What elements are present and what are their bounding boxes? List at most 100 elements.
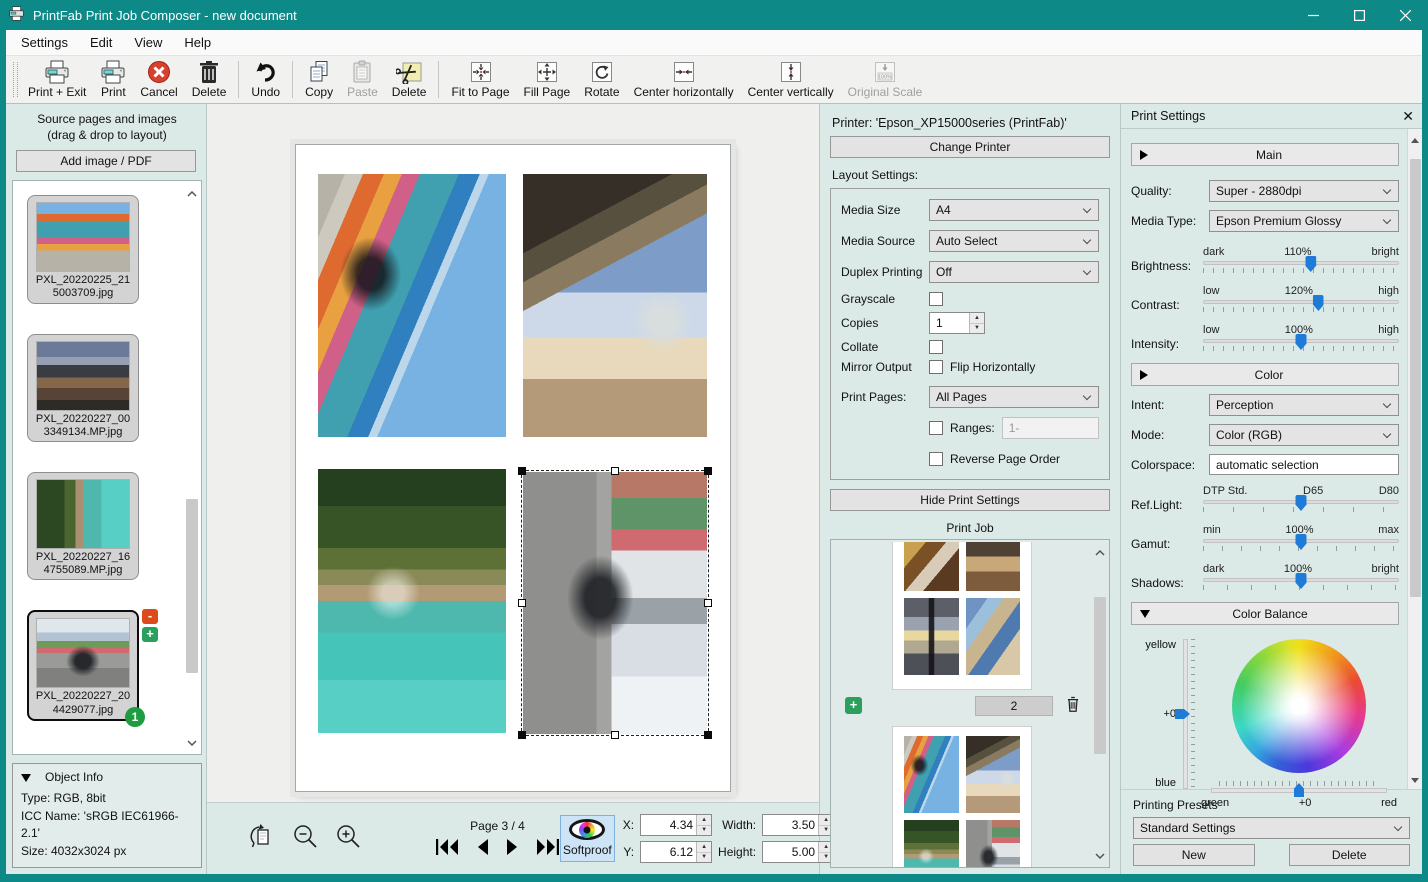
minimize-button[interactable] bbox=[1290, 0, 1336, 30]
ranges-checkbox[interactable] bbox=[929, 421, 943, 435]
zoom-in-button[interactable] bbox=[335, 823, 363, 854]
last-page-button[interactable] bbox=[536, 838, 560, 859]
scrollbar-track[interactable] bbox=[1410, 146, 1421, 772]
source-thumbnail-1[interactable]: PXL_20220225_215003709.jpg bbox=[27, 195, 139, 303]
previous-page-button[interactable] bbox=[476, 838, 489, 859]
print-exit-button[interactable]: Print + Exit bbox=[21, 58, 93, 101]
placed-photo-truck-selected[interactable] bbox=[523, 472, 707, 734]
center-vertically-button[interactable]: Center vertically bbox=[741, 58, 841, 101]
print-button[interactable]: Print bbox=[93, 58, 133, 101]
placed-photo-hot-spring[interactable] bbox=[318, 469, 506, 733]
add-copy-button[interactable]: + bbox=[142, 627, 158, 642]
add-image-pdf-button[interactable]: Add image / PDF bbox=[16, 150, 196, 172]
scroll-down-icon[interactable] bbox=[1411, 772, 1419, 786]
source-list-scrollbar[interactable] bbox=[184, 182, 200, 753]
resize-handle[interactable] bbox=[611, 731, 619, 739]
media-size-select[interactable]: A4 bbox=[929, 199, 1099, 221]
color-wheel[interactable] bbox=[1232, 639, 1366, 773]
resize-handle[interactable] bbox=[518, 599, 526, 607]
maximize-button[interactable] bbox=[1336, 0, 1382, 30]
colorspace-field[interactable]: automatic selection bbox=[1209, 454, 1399, 475]
reverse-page-order-checkbox[interactable] bbox=[929, 452, 943, 466]
yellow-blue-slider[interactable] bbox=[1181, 639, 1199, 789]
collapse-icon[interactable] bbox=[21, 774, 31, 782]
remove-copy-button[interactable]: - bbox=[142, 609, 158, 624]
delete-button[interactable]: Delete bbox=[185, 58, 234, 101]
page-3-preview[interactable] bbox=[892, 726, 1032, 868]
ref-light-slider[interactable] bbox=[1203, 500, 1399, 504]
media-source-select[interactable]: Auto Select bbox=[929, 230, 1099, 252]
page-preview[interactable] bbox=[295, 144, 731, 792]
section-color-balance[interactable]: Color Balance bbox=[1131, 602, 1399, 625]
placed-photo-mural[interactable] bbox=[318, 174, 506, 437]
x-field[interactable]: 4.34▲▼ bbox=[640, 814, 712, 836]
collate-checkbox[interactable] bbox=[929, 340, 943, 354]
source-thumbnail-3[interactable]: PXL_20220227_164755089.MP.jpg bbox=[27, 472, 139, 580]
resize-handle[interactable] bbox=[704, 731, 712, 739]
preset-new-button[interactable]: New bbox=[1133, 844, 1255, 866]
copies-field[interactable]: 1▲▼ bbox=[929, 312, 985, 334]
collapse-icon[interactable] bbox=[1140, 370, 1148, 380]
settings-scrollbar[interactable] bbox=[1407, 129, 1422, 789]
print-pages-select[interactable]: All Pages bbox=[929, 386, 1099, 408]
rotate-button[interactable]: Rotate bbox=[577, 58, 626, 101]
scroll-down-icon[interactable] bbox=[187, 731, 197, 753]
delete-page-button[interactable] bbox=[1065, 695, 1081, 716]
media-type-select[interactable]: Epson Premium Glossy bbox=[1209, 210, 1399, 232]
brightness-slider[interactable] bbox=[1203, 261, 1399, 265]
resize-handle[interactable] bbox=[518, 731, 526, 739]
resize-handle[interactable] bbox=[704, 599, 712, 607]
collapse-icon[interactable] bbox=[1140, 150, 1148, 160]
green-red-slider[interactable] bbox=[1211, 788, 1387, 793]
print-job-scrollbar[interactable] bbox=[1092, 541, 1108, 866]
scrollbar-track[interactable] bbox=[1094, 563, 1106, 844]
fill-page-button[interactable]: Fill Page bbox=[517, 58, 578, 101]
resize-handle[interactable] bbox=[518, 467, 526, 475]
scroll-up-icon[interactable] bbox=[1095, 541, 1105, 563]
menu-settings[interactable]: Settings bbox=[10, 32, 79, 53]
delete-scissors-button[interactable]: Delete bbox=[385, 58, 434, 101]
scrollbar-thumb[interactable] bbox=[186, 499, 198, 673]
preset-select[interactable]: Standard Settings bbox=[1133, 817, 1410, 839]
contrast-slider[interactable] bbox=[1203, 300, 1399, 304]
scroll-up-icon[interactable] bbox=[187, 182, 197, 204]
next-page-button[interactable] bbox=[506, 838, 519, 859]
gamut-slider[interactable] bbox=[1203, 539, 1399, 543]
change-printer-button[interactable]: Change Printer bbox=[830, 136, 1110, 158]
close-panel-button[interactable]: ✕ bbox=[1402, 109, 1414, 123]
mirror-output-checkbox[interactable] bbox=[929, 360, 943, 374]
menu-view[interactable]: View bbox=[123, 32, 173, 53]
page-2-preview[interactable] bbox=[892, 542, 1032, 690]
first-page-button[interactable] bbox=[435, 838, 459, 859]
center-horizontally-button[interactable]: Center horizontally bbox=[627, 58, 741, 101]
layout-canvas[interactable] bbox=[207, 104, 819, 802]
rotate-page-button[interactable] bbox=[247, 822, 277, 855]
scrollbar-track[interactable] bbox=[186, 204, 198, 731]
fit-to-page-button[interactable]: Fit to Page bbox=[444, 58, 516, 101]
source-thumbnail-2[interactable]: PXL_20220227_003349134.MP.jpg bbox=[27, 334, 139, 442]
preset-delete-button[interactable]: Delete bbox=[1289, 844, 1411, 866]
scroll-down-icon[interactable] bbox=[1095, 844, 1105, 866]
intent-select[interactable]: Perception bbox=[1209, 394, 1399, 416]
grayscale-checkbox[interactable] bbox=[929, 292, 943, 306]
zoom-out-button[interactable] bbox=[292, 823, 320, 854]
undo-button[interactable]: Undo bbox=[244, 58, 287, 101]
collapse-icon[interactable] bbox=[1140, 610, 1150, 618]
menu-help[interactable]: Help bbox=[173, 32, 222, 53]
hide-print-settings-button[interactable]: Hide Print Settings bbox=[830, 489, 1110, 511]
scroll-up-icon[interactable] bbox=[1411, 132, 1419, 146]
shadows-slider[interactable] bbox=[1203, 578, 1399, 582]
y-field[interactable]: 6.12▲▼ bbox=[640, 841, 712, 863]
resize-handle[interactable] bbox=[611, 467, 619, 475]
scrollbar-thumb[interactable] bbox=[1094, 597, 1106, 754]
copy-button[interactable]: Copy bbox=[298, 58, 340, 101]
placed-photo-street-church[interactable] bbox=[523, 174, 707, 437]
add-page-button[interactable]: + bbox=[845, 697, 862, 714]
quality-select[interactable]: Super - 2880dpi bbox=[1209, 180, 1399, 202]
intensity-slider[interactable] bbox=[1203, 339, 1399, 343]
source-thumbnail-4-selected[interactable]: PXL_20220227_204429077.jpg - + 1 bbox=[27, 610, 139, 720]
scrollbar-thumb[interactable] bbox=[1410, 159, 1421, 597]
cancel-button[interactable]: Cancel bbox=[133, 58, 184, 101]
duplex-select[interactable]: Off bbox=[929, 261, 1099, 283]
resize-handle[interactable] bbox=[704, 467, 712, 475]
